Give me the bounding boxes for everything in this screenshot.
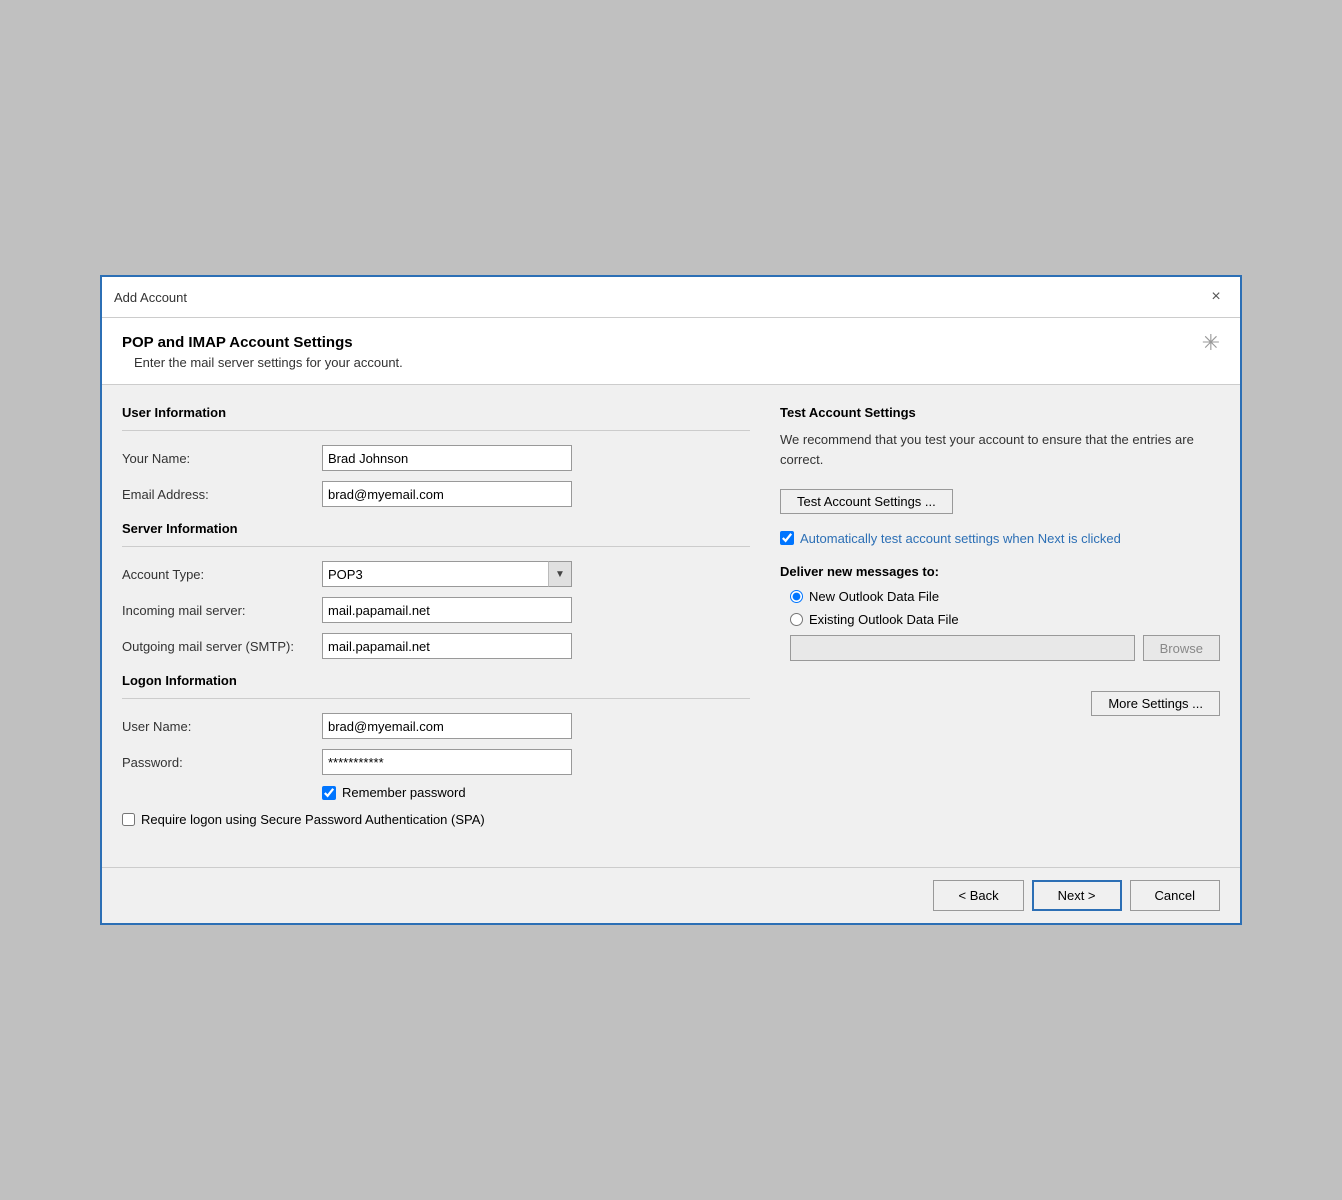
spa-row: Require logon using Secure Password Auth…	[122, 812, 750, 827]
test-account-settings-button[interactable]: Test Account Settings ...	[780, 489, 953, 514]
close-button[interactable]: ×	[1204, 285, 1228, 309]
username-input[interactable]	[322, 713, 572, 739]
username-row: User Name:	[122, 713, 750, 739]
username-label: User Name:	[122, 719, 322, 734]
new-outlook-radio[interactable]	[790, 590, 803, 603]
your-name-label: Your Name:	[122, 451, 322, 466]
outgoing-server-input[interactable]	[322, 633, 572, 659]
password-input[interactable]	[322, 749, 572, 775]
password-row: Password:	[122, 749, 750, 775]
header-subtitle: Enter the mail server settings for your …	[134, 355, 403, 370]
spa-checkbox[interactable]	[122, 813, 135, 826]
remember-password-label: Remember password	[342, 785, 466, 800]
email-row: Email Address:	[122, 481, 750, 507]
password-label: Password:	[122, 755, 322, 770]
incoming-label: Incoming mail server:	[122, 603, 322, 618]
account-type-label: Account Type:	[122, 567, 322, 582]
footer: < Back Next > Cancel	[102, 867, 1240, 923]
account-type-row: Account Type: POP3 IMAP ▼	[122, 561, 750, 587]
header-section: POP and IMAP Account Settings Enter the …	[102, 318, 1240, 385]
user-info-title: User Information	[122, 405, 750, 420]
logon-info-title: Logon Information	[122, 673, 750, 688]
existing-file-input[interactable]	[790, 635, 1135, 661]
existing-outlook-label: Existing Outlook Data File	[809, 612, 959, 627]
new-outlook-row: New Outlook Data File	[790, 589, 1220, 604]
incoming-server-input[interactable]	[322, 597, 572, 623]
cursor-icon: ✳	[1202, 330, 1220, 356]
server-info-title: Server Information	[122, 521, 750, 536]
more-settings-row: More Settings ...	[780, 691, 1220, 716]
email-input[interactable]	[322, 481, 572, 507]
dialog-title: Add Account	[114, 290, 187, 305]
header-text: POP and IMAP Account Settings Enter the …	[122, 334, 403, 370]
server-info-divider: Server Information	[122, 521, 750, 547]
logon-info-divider: Logon Information	[122, 673, 750, 699]
header-title: POP and IMAP Account Settings	[122, 334, 403, 351]
left-panel: User Information Your Name: Email Addres…	[122, 405, 750, 827]
more-settings-button[interactable]: More Settings ...	[1091, 691, 1220, 716]
spa-label: Require logon using Secure Password Auth…	[141, 812, 485, 827]
deliver-title: Deliver new messages to:	[780, 564, 1220, 579]
main-content: User Information Your Name: Email Addres…	[102, 385, 1240, 827]
account-type-select[interactable]: POP3 IMAP	[322, 561, 572, 587]
outgoing-server-row: Outgoing mail server (SMTP):	[122, 633, 750, 659]
account-type-wrapper: POP3 IMAP ▼	[322, 561, 572, 587]
auto-test-label: Automatically test account settings when…	[800, 530, 1121, 548]
right-panel: Test Account Settings We recommend that …	[780, 405, 1220, 827]
test-section-title: Test Account Settings	[780, 405, 1220, 420]
new-outlook-label: New Outlook Data File	[809, 589, 939, 604]
auto-test-row: Automatically test account settings when…	[780, 530, 1220, 548]
back-button[interactable]: < Back	[933, 880, 1023, 911]
email-label: Email Address:	[122, 487, 322, 502]
remember-password-checkbox[interactable]	[322, 786, 336, 800]
next-button[interactable]: Next >	[1032, 880, 1122, 911]
existing-file-row: Browse	[790, 635, 1220, 661]
cancel-button[interactable]: Cancel	[1130, 880, 1220, 911]
auto-test-checkbox[interactable]	[780, 531, 794, 545]
add-account-dialog: Add Account × POP and IMAP Account Setti…	[100, 275, 1242, 925]
test-description: We recommend that you test your account …	[780, 430, 1220, 469]
your-name-row: Your Name:	[122, 445, 750, 471]
incoming-server-row: Incoming mail server:	[122, 597, 750, 623]
your-name-input[interactable]	[322, 445, 572, 471]
outgoing-label: Outgoing mail server (SMTP):	[122, 639, 322, 654]
existing-outlook-row: Existing Outlook Data File	[790, 612, 1220, 627]
existing-outlook-radio[interactable]	[790, 613, 803, 626]
remember-password-row: Remember password	[322, 785, 750, 800]
browse-button[interactable]: Browse	[1143, 635, 1220, 661]
title-bar: Add Account ×	[102, 277, 1240, 318]
